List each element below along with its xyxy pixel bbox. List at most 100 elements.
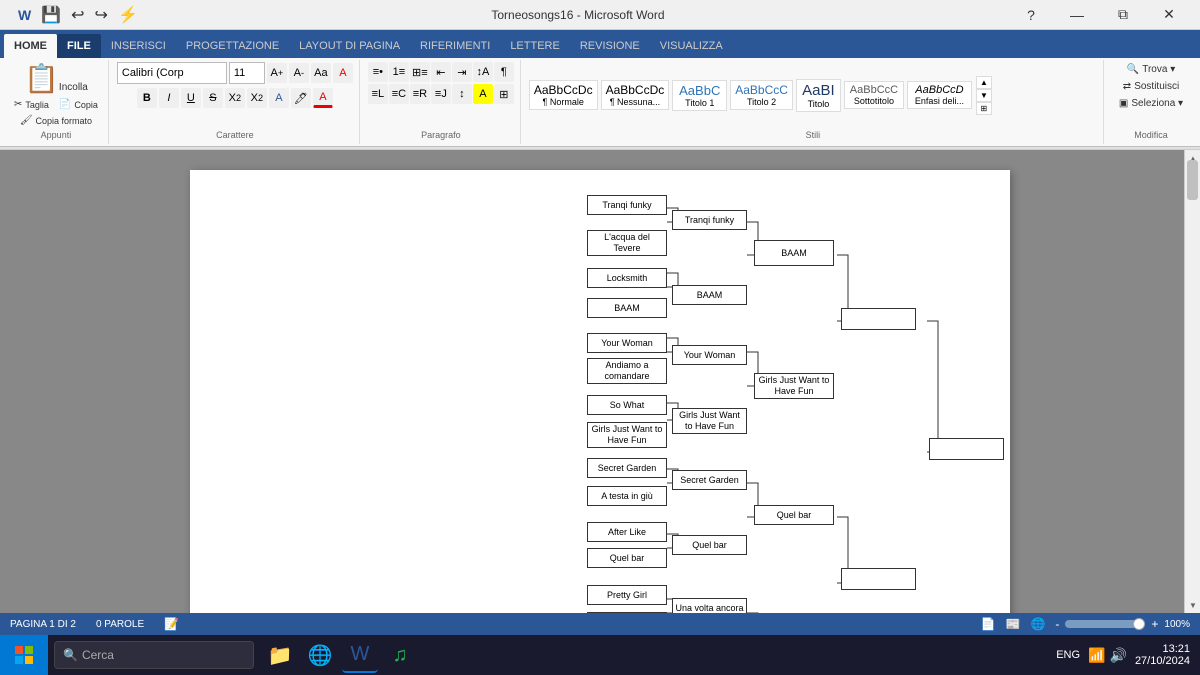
style-titolo2[interactable]: AaBbCcC Titolo 2 xyxy=(730,80,793,110)
zoom-out-button[interactable]: - xyxy=(1055,617,1059,631)
shrink-font-button[interactable]: A- xyxy=(289,63,309,83)
multilevel-button[interactable]: ⊞≡ xyxy=(410,62,430,82)
save-quick-btn[interactable]: 💾 xyxy=(39,3,63,27)
spotify-button[interactable]: ♫ xyxy=(382,637,418,673)
bold-button[interactable]: B xyxy=(137,88,157,108)
find-button[interactable]: 🔍 Trova ▾ xyxy=(1123,62,1179,77)
style-enfasi[interactable]: AaBbCcD Enfasi deli... xyxy=(907,81,972,109)
line-spacing-button[interactable]: ↕ xyxy=(452,84,472,104)
scroll-down-button[interactable]: ▼ xyxy=(1185,597,1200,613)
font-size-input[interactable] xyxy=(229,62,265,84)
scroll-thumb[interactable] xyxy=(1187,160,1198,200)
clock[interactable]: 13:21 27/10/2024 xyxy=(1135,643,1190,667)
print-layout-button[interactable]: 📰 xyxy=(1006,617,1021,631)
r4-node-1 xyxy=(841,308,916,330)
font-color-button[interactable]: A xyxy=(313,88,333,108)
clear-format-button[interactable]: A xyxy=(333,63,353,83)
borders-button[interactable]: ⊞ xyxy=(494,84,514,104)
show-marks-button[interactable]: ¶ xyxy=(494,62,514,82)
help-button[interactable]: ? xyxy=(1008,0,1054,30)
tab-revisione[interactable]: REVISIONE xyxy=(570,34,650,58)
web-layout-button[interactable]: 🌐 xyxy=(1030,617,1045,631)
r2-node-6: Quel bar xyxy=(672,535,747,555)
ribbon: HOME FILE INSERISCI PROGETTAZIONE LAYOUT… xyxy=(0,30,1200,147)
cut-button[interactable]: ✂ Taglia xyxy=(10,97,53,112)
copy-button[interactable]: 📄 Copia xyxy=(55,97,102,112)
tab-riferimenti[interactable]: RIFERIMENTI xyxy=(410,34,500,58)
style-nessuna[interactable]: AaBbCcDc ¶ Nessuna... xyxy=(601,80,670,110)
tab-file[interactable]: FILE xyxy=(57,34,101,58)
ribbon-tabs: HOME FILE INSERISCI PROGETTAZIONE LAYOUT… xyxy=(0,30,1200,58)
minimize-button[interactable]: — xyxy=(1054,0,1100,30)
zoom-in-button[interactable]: + xyxy=(1151,617,1158,631)
chrome-button[interactable]: 🌐 xyxy=(302,637,338,673)
close-button[interactable]: ✕ xyxy=(1146,0,1192,30)
styles-up-button[interactable]: ▲ xyxy=(976,76,992,89)
r2-node-5: Secret Garden xyxy=(672,470,747,490)
tab-progettazione[interactable]: PROGETTAZIONE xyxy=(176,34,289,58)
styles-down-button[interactable]: ▼ xyxy=(976,89,992,102)
style-titolo[interactable]: AaBI Titolo xyxy=(796,79,841,112)
tab-home[interactable]: HOME xyxy=(4,34,57,58)
increase-indent-button[interactable]: ⇥ xyxy=(452,62,472,82)
styles-more-button[interactable]: ⊞ xyxy=(976,102,992,115)
customize-quick-btn[interactable]: ⚡ xyxy=(116,3,140,27)
paste-button[interactable]: 📋 Incolla xyxy=(19,62,93,96)
file-explorer-button[interactable]: 📁 xyxy=(262,637,298,673)
r2-node-2: BAAM xyxy=(672,285,747,305)
tab-visualizza[interactable]: VISUALIZZA xyxy=(650,34,733,58)
style-titolo1[interactable]: AaBbC Titolo 1 xyxy=(672,80,727,111)
italic-button[interactable]: I xyxy=(159,88,179,108)
style-sottotitolo-preview: AaBbCcC xyxy=(850,84,898,96)
modify-label: Modifica xyxy=(1112,128,1190,142)
text-effect-button[interactable]: A xyxy=(269,88,289,108)
list-row: ≡• 1≡ ⊞≡ ⇤ ⇥ ↕A ¶ xyxy=(368,62,514,82)
format-painter-button[interactable]: 🖌 Copia formato xyxy=(16,113,96,128)
taskbar-search[interactable]: 🔍 Cerca xyxy=(54,641,254,669)
case-button[interactable]: Aa xyxy=(311,63,331,83)
replace-button[interactable]: ⇄ Sostituisci xyxy=(1119,79,1183,94)
align-center-button[interactable]: ≡C xyxy=(389,84,409,104)
sort-button[interactable]: ↕A xyxy=(473,62,493,82)
style-sottotitolo[interactable]: AaBbCcC Sottotitolo xyxy=(844,81,904,109)
tab-inserisci[interactable]: INSERISCI xyxy=(101,34,176,58)
styles-list: AaBbCcDc ¶ Normale AaBbCcDc ¶ Nessuna...… xyxy=(529,79,972,112)
align-left-button[interactable]: ≡L xyxy=(368,84,388,104)
superscript-button[interactable]: X2 xyxy=(247,88,267,108)
decrease-indent-button[interactable]: ⇤ xyxy=(431,62,451,82)
volume-icon[interactable]: 🔊 xyxy=(1110,647,1127,664)
proofing-icon[interactable]: 📝 xyxy=(164,617,179,631)
zoom-slider[interactable] xyxy=(1065,620,1145,628)
taskbar-icons-area: 📶 🔊 xyxy=(1088,647,1127,664)
underline-button[interactable]: U xyxy=(181,88,201,108)
strikethrough-button[interactable]: S xyxy=(203,88,223,108)
start-button[interactable] xyxy=(0,635,48,675)
maximize-button[interactable]: ⧉ xyxy=(1100,0,1146,30)
vertical-scrollbar[interactable]: ▲ ▼ xyxy=(1184,150,1200,613)
numbering-button[interactable]: 1≡ xyxy=(389,62,409,82)
justify-button[interactable]: ≡J xyxy=(431,84,451,104)
undo-quick-btn[interactable]: ↩ xyxy=(69,3,86,27)
redo-quick-btn[interactable]: ↪ xyxy=(93,3,110,27)
paragraph-group: ≡• 1≡ ⊞≡ ⇤ ⇥ ↕A ¶ ≡L ≡C ≡R ≡J ↕ A xyxy=(362,60,521,144)
word-taskbar-button[interactable]: W xyxy=(342,637,378,673)
align-right-button[interactable]: ≡R xyxy=(410,84,430,104)
bullets-button[interactable]: ≡• xyxy=(368,62,388,82)
subscript-button[interactable]: X2 xyxy=(225,88,245,108)
read-mode-button[interactable]: 📄 xyxy=(981,617,996,631)
style-normal[interactable]: AaBbCcDc ¶ Normale xyxy=(529,80,598,110)
clipboard-sub: ✂ Taglia 📄 Copia xyxy=(10,97,102,112)
font-name-input[interactable] xyxy=(117,62,227,84)
shading-button[interactable]: A xyxy=(473,84,493,104)
text-highlight-button[interactable]: 🖊 xyxy=(291,88,311,108)
document-area[interactable]: ▲ ▼ xyxy=(0,150,1200,613)
tab-layout[interactable]: LAYOUT DI PAGINA xyxy=(289,34,410,58)
select-button[interactable]: ▣ Seleziona ▾ xyxy=(1115,96,1187,111)
grow-font-button[interactable]: A+ xyxy=(267,63,287,83)
tab-lettere[interactable]: LETTERE xyxy=(500,34,570,58)
style-sottotitolo-label: Sottotitolo xyxy=(854,96,894,106)
network-icon[interactable]: 📶 xyxy=(1088,647,1105,664)
styles-scroll: ▲ ▼ ⊞ xyxy=(976,76,992,115)
replace-label: Sostituisci xyxy=(1134,81,1179,92)
r2-node-1: Tranqi funky xyxy=(672,210,747,230)
